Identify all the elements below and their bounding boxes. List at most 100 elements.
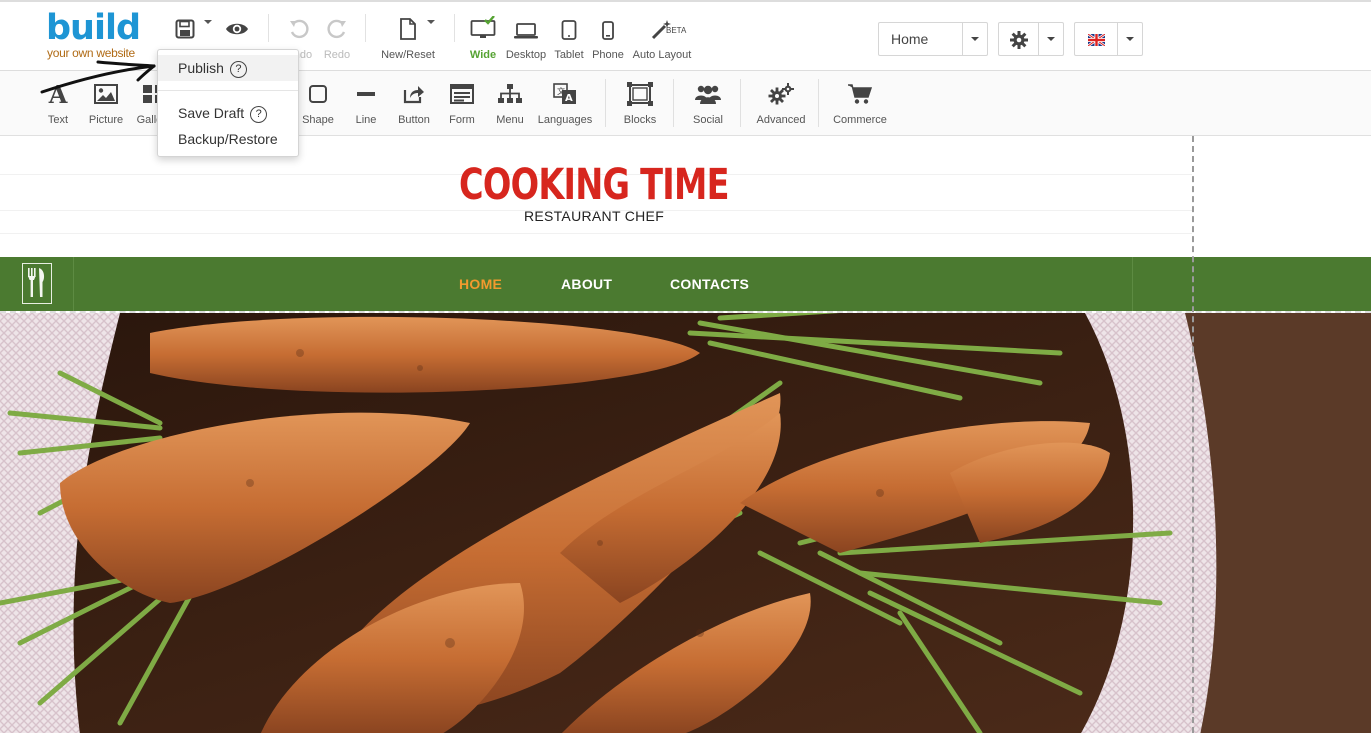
tool-menu[interactable]: Menu (490, 81, 530, 126)
toolbar-divider (740, 79, 741, 127)
nav-link-about[interactable]: ABOUT (561, 276, 612, 292)
chevron-down-icon (971, 37, 979, 41)
button-share-icon (394, 81, 434, 107)
nav-link-contacts[interactable]: CONTACTS (670, 276, 749, 292)
menu-divider (158, 90, 298, 91)
toolbar-divider (818, 79, 819, 127)
annotation-arrow (40, 60, 156, 94)
toolbar-divider (605, 79, 606, 127)
view-wide-button[interactable]: Wide (466, 16, 500, 61)
preview-eye-icon[interactable] (224, 16, 250, 42)
language-select[interactable] (1074, 22, 1143, 56)
editor-canvas[interactable]: COOKING TIME RESTAURANT CHEF HOME ABOUT … (0, 136, 1371, 733)
site-title[interactable]: COOKING TIME (459, 160, 729, 210)
save-dropdown-menu: Publish? Save Draft? Backup/Restore (157, 49, 299, 157)
magic-wand-icon: BETA (630, 16, 694, 40)
new-reset-label: New/Reset (381, 49, 435, 61)
tool-blocks-label: Blocks (623, 114, 657, 126)
monitor-icon (466, 16, 500, 40)
logo-main-text: build (46, 8, 141, 48)
tool-social[interactable]: Social (688, 81, 728, 126)
toolbar-divider (673, 79, 674, 127)
row-guide (0, 233, 1192, 234)
nav-link-home[interactable]: HOME (459, 276, 502, 292)
gears-icon (752, 81, 810, 107)
beta-badge: BETA (666, 26, 687, 35)
nav-divider (73, 257, 74, 311)
blocks-icon (620, 81, 660, 107)
users-icon (688, 81, 728, 107)
site-subtitle[interactable]: RESTAURANT CHEF (0, 208, 1188, 224)
tablet-icon (552, 16, 586, 40)
nav-divider (1132, 257, 1133, 311)
tool-blocks[interactable]: Blocks (620, 81, 660, 126)
tool-social-label: Social (693, 114, 723, 126)
tool-advanced[interactable]: Advanced (752, 81, 810, 126)
view-desktop-button[interactable]: Desktop (504, 16, 548, 61)
view-phone-label: Phone (592, 49, 624, 61)
menu-item-save-draft-label: Save Draft (178, 105, 245, 121)
redo-icon (322, 16, 352, 40)
menu-item-save-draft[interactable]: Save Draft? (158, 100, 298, 126)
undo-icon (284, 16, 314, 40)
tool-commerce-label: Commerce (833, 114, 887, 126)
tool-languages[interactable]: 文A Languages (535, 81, 595, 126)
auto-layout-button[interactable]: BETA Auto Layout (630, 16, 694, 61)
page-select[interactable]: Home (878, 22, 988, 56)
chevron-down-icon (1126, 37, 1134, 41)
view-wide-label: Wide (469, 49, 497, 61)
view-tablet-button[interactable]: Tablet (552, 16, 586, 61)
tool-picture-label: Picture (88, 114, 124, 126)
tool-line-label: Line (355, 114, 377, 126)
tool-button[interactable]: Button (394, 81, 434, 126)
shape-icon (298, 81, 338, 107)
svg-text:文: 文 (557, 86, 565, 96)
page-select-dropdown[interactable] (962, 23, 987, 55)
redo-label: Redo (323, 49, 351, 61)
site-header[interactable]: COOKING TIME RESTAURANT CHEF (0, 160, 1188, 224)
menu-item-publish-label: Publish (178, 60, 224, 76)
view-tablet-label: Tablet (554, 49, 584, 61)
toolbar-divider (268, 14, 269, 42)
form-icon (442, 81, 482, 107)
help-icon[interactable]: ? (229, 61, 247, 78)
new-reset-caret[interactable] (427, 20, 435, 24)
menu-item-backup-restore[interactable]: Backup/Restore (158, 126, 298, 152)
svg-text:A: A (565, 93, 573, 104)
cart-icon (830, 81, 890, 107)
laptop-icon (504, 16, 548, 40)
tool-form-label: Form (449, 114, 475, 126)
view-phone-button[interactable]: Phone (590, 16, 626, 61)
phone-icon (590, 16, 626, 40)
view-desktop-label: Desktop (505, 49, 547, 61)
canvas-width-guide[interactable] (1192, 136, 1194, 733)
chevron-down-icon (1047, 37, 1055, 41)
tool-menu-label: Menu (496, 114, 524, 126)
menu-item-backup-restore-label: Backup/Restore (178, 131, 278, 147)
page-select-value: Home (891, 31, 929, 47)
settings-dropdown[interactable] (1038, 23, 1063, 55)
fork-knife-icon[interactable] (22, 263, 52, 304)
tool-form[interactable]: Form (442, 81, 482, 126)
tool-languages-label: Languages (537, 114, 593, 126)
site-navbar[interactable]: HOME ABOUT CONTACTS (0, 257, 1371, 311)
tool-advanced-label: Advanced (756, 114, 806, 126)
save-dropdown-caret[interactable] (204, 20, 212, 24)
auto-layout-label: Auto Layout (632, 49, 692, 61)
gear-icon (1010, 31, 1028, 54)
hero-carrots-image[interactable] (0, 311, 1371, 733)
redo-button[interactable]: Redo (322, 16, 352, 61)
save-icon[interactable] (173, 16, 197, 42)
tool-line[interactable]: Line (346, 81, 386, 126)
tool-shape[interactable]: Shape (298, 81, 338, 126)
toolbar-divider (454, 14, 455, 42)
language-dropdown[interactable] (1117, 23, 1142, 55)
line-icon (346, 81, 386, 107)
menu-item-publish[interactable]: Publish? (158, 55, 298, 81)
settings-select[interactable] (998, 22, 1064, 56)
toolbar-divider (365, 14, 366, 42)
tool-shape-label: Shape (302, 114, 334, 126)
tool-commerce[interactable]: Commerce (830, 81, 890, 126)
sitemap-icon (490, 81, 530, 107)
help-icon[interactable]: ? (250, 106, 268, 123)
